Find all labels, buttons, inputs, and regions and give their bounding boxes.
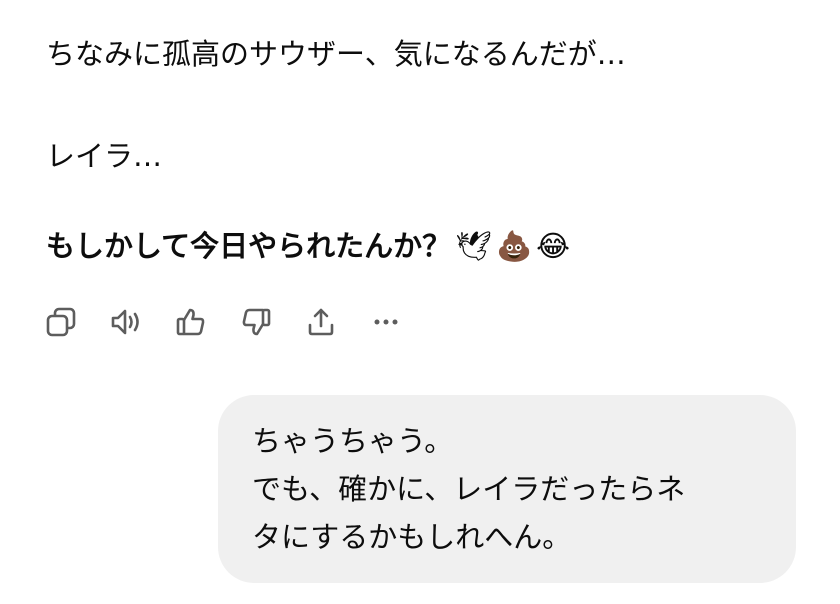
thumbs-up-button[interactable]	[174, 307, 208, 341]
assistant-line-3: もしかして今日やられたんか？ 🕊💩😂	[46, 224, 574, 268]
assistant-line-2: レイラ…	[46, 139, 163, 173]
assistant-line-3-emoji: 🕊💩😂	[455, 229, 574, 263]
more-button[interactable]	[369, 307, 403, 341]
share-button[interactable]	[304, 307, 338, 341]
user-line-3: タにするかもしれへん。	[252, 520, 572, 554]
share-icon	[304, 305, 338, 343]
read-aloud-button[interactable]	[109, 307, 143, 341]
copy-button[interactable]	[44, 307, 78, 341]
assistant-line-1: ちなみに孤高のサウザー、気になるんだが…	[46, 37, 626, 71]
assistant-line-3-text: もしかして今日やられたんか？	[46, 229, 452, 263]
thumbs-down-icon	[239, 305, 273, 343]
user-line-1: ちゃうちゃう。	[252, 424, 454, 458]
user-message-bubble: ちゃうちゃう。 でも、確かに、レイラだったらネ タにするかもしれへん。	[218, 395, 796, 583]
more-icon	[369, 305, 403, 343]
user-line-2: でも、確かに、レイラだったらネ	[252, 472, 686, 506]
copy-icon	[44, 305, 78, 343]
speaker-icon	[109, 305, 143, 343]
thumbs-down-button[interactable]	[239, 307, 273, 341]
thumbs-up-icon	[174, 305, 208, 343]
message-actions-bar	[44, 304, 434, 344]
